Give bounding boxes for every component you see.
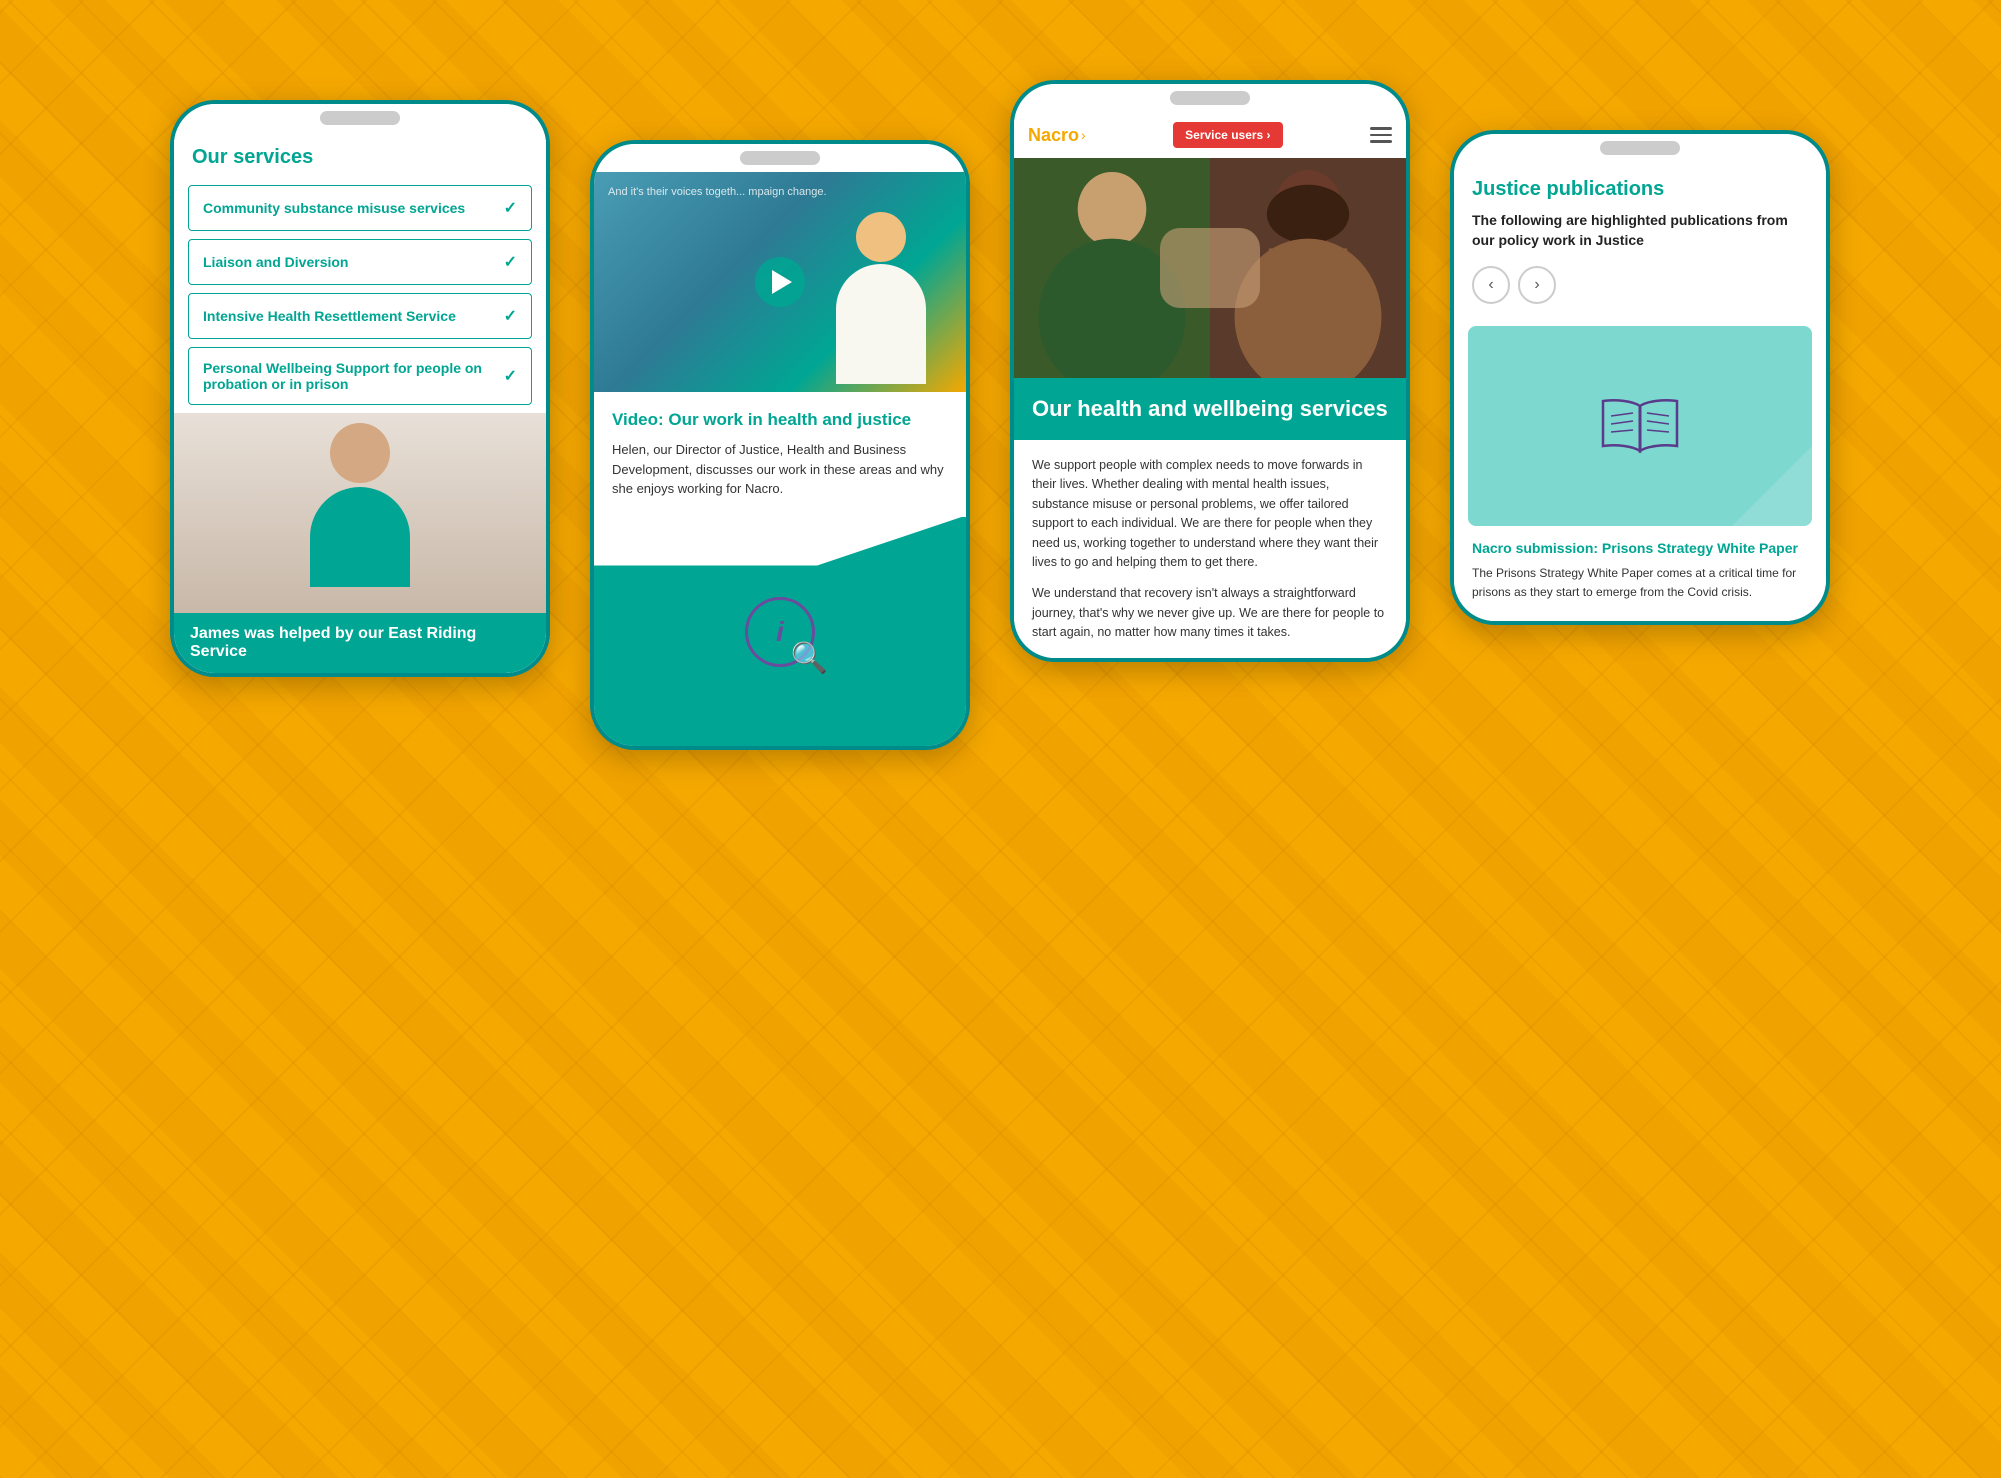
phone-2: And it's their voices togeth... mpaign c… — [590, 140, 970, 750]
hands-area — [1160, 228, 1260, 308]
phone-2-text: Video: Our work in health and justice He… — [594, 392, 966, 517]
service-item-2-label: Liaison and Diversion — [203, 254, 496, 270]
info-icon: i — [776, 616, 784, 648]
phone-1: Our services Community substance misuse … — [170, 100, 550, 677]
phone-3-nav: Nacro › Service users › — [1014, 112, 1406, 158]
info-icon-circle: i 🔍 — [745, 597, 815, 667]
body-paragraph-1: We support people with complex needs to … — [1032, 456, 1388, 572]
hamburger-line-3 — [1370, 140, 1392, 143]
person-body — [310, 487, 410, 587]
phone-1-caption: James was helped by our East Riding Serv… — [174, 613, 546, 673]
nacro-logo-text: Nacro — [1028, 125, 1079, 146]
video-person-body — [836, 264, 926, 384]
phone-2-notch — [594, 144, 966, 172]
publication-text: Nacro submission: Prisons Strategy White… — [1454, 526, 1826, 621]
play-icon — [772, 270, 792, 294]
phone-2-bottom: i 🔍 Already in one of our services? — [594, 517, 966, 746]
publication-description: The Prisons Strategy White Paper comes a… — [1472, 564, 1808, 601]
video-overlay: And it's their voices togeth... mpaign c… — [608, 186, 827, 198]
prev-arrow-button[interactable]: ‹ — [1472, 266, 1510, 304]
chevron-icon-1: ✓ — [504, 198, 517, 218]
video-description: Helen, our Director of Justice, Health a… — [612, 440, 948, 499]
video-section[interactable]: And it's their voices togeth... mpaign c… — [594, 172, 966, 392]
play-button[interactable] — [755, 257, 805, 307]
service-users-button[interactable]: Service users › — [1173, 122, 1282, 148]
services-header-title: Our services — [192, 146, 528, 169]
book-icon — [1595, 391, 1685, 461]
nacro-chevron-icon: › — [1081, 127, 1086, 143]
caption-text: James was helped by our East Riding Serv… — [190, 625, 530, 661]
service-item-1[interactable]: Community substance misuse services ✓ — [188, 185, 532, 231]
phone-1-notch — [174, 104, 546, 132]
body-paragraph-2: We understand that recovery isn't always… — [1032, 584, 1388, 642]
video-title: Video: Our work in health and justice — [612, 410, 948, 430]
service-item-3-label: Intensive Health Resettlement Service — [203, 308, 496, 324]
chevron-icon-2: ✓ — [504, 252, 517, 272]
chevron-icon-3: ✓ — [504, 306, 517, 326]
wave-divider — [594, 516, 966, 566]
service-item-4[interactable]: Personal Wellbeing Support for people on… — [188, 347, 532, 405]
person-head — [330, 423, 390, 483]
phone-3: Nacro › Service users › — [1010, 80, 1410, 662]
hamburger-line-1 — [1370, 127, 1392, 130]
publication-title: Nacro submission: Prisons Strategy White… — [1472, 540, 1808, 556]
service-item-3[interactable]: Intensive Health Resettlement Service ✓ — [188, 293, 532, 339]
hamburger-line-2 — [1370, 134, 1392, 137]
magnifier-icon: 🔍 — [791, 641, 828, 676]
person-silhouette — [290, 423, 430, 603]
nacro-logo[interactable]: Nacro › — [1028, 125, 1086, 146]
phone-4-subtitle: The following are highlighted publicatio… — [1472, 211, 1808, 250]
hero-people — [1014, 158, 1406, 378]
phone-4-title: Justice publications — [1472, 178, 1808, 201]
triangle-accent — [1732, 446, 1812, 526]
hero-image — [1014, 158, 1406, 378]
service-item-2[interactable]: Liaison and Diversion ✓ — [188, 239, 532, 285]
phone-1-image — [174, 413, 546, 613]
next-arrow-button[interactable]: › — [1518, 266, 1556, 304]
video-person — [826, 212, 936, 392]
phone-3-body: We support people with complex needs to … — [1014, 440, 1406, 658]
hamburger-menu-icon[interactable] — [1370, 127, 1392, 143]
book-section — [1468, 326, 1812, 526]
chevron-icon-4: ✓ — [504, 366, 517, 386]
phone-3-content-header: Our health and wellbeing services — [1014, 378, 1406, 440]
already-title: Already in one of our services? — [631, 693, 929, 716]
phone-4: Justice publications The following are h… — [1450, 130, 1830, 625]
nav-arrows: ‹ › — [1472, 266, 1808, 304]
person-image — [174, 413, 546, 613]
phone-1-content: Our services Community substance misuse … — [174, 132, 546, 673]
phone-4-header: Justice publications The following are h… — [1454, 162, 1826, 326]
service-item-1-label: Community substance misuse services — [203, 200, 496, 216]
video-person-head — [856, 212, 906, 262]
services-header: Our services — [174, 132, 546, 177]
service-item-4-label: Personal Wellbeing Support for people on… — [203, 360, 496, 392]
phone-3-notch — [1014, 84, 1406, 112]
phones-container: Our services Community substance misuse … — [50, 60, 1950, 750]
main-title: Our health and wellbeing services — [1032, 396, 1388, 422]
phone-4-notch — [1454, 134, 1826, 162]
